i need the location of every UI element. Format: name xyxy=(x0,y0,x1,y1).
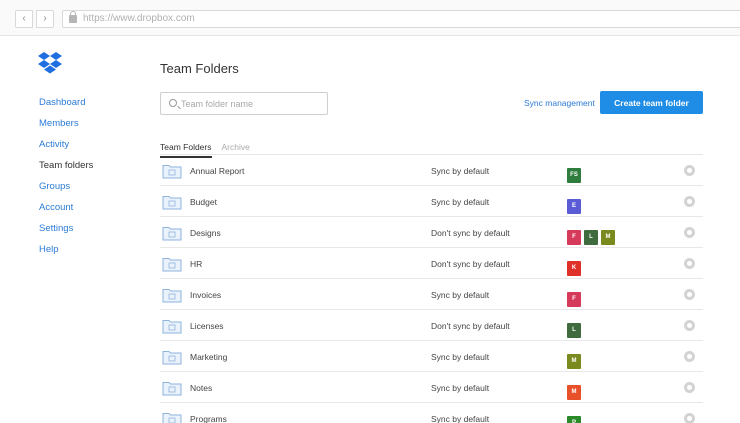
sync-status: Sync by default xyxy=(431,414,490,423)
avatar[interactable]: E xyxy=(567,199,581,214)
sync-status: Sync by default xyxy=(431,352,490,362)
avatar[interactable]: L xyxy=(584,230,598,245)
avatar[interactable]: L xyxy=(567,323,581,338)
tab-bar: Team Folders Archive xyxy=(160,137,260,158)
table-row[interactable]: Annual Report Sync by default FS xyxy=(160,155,703,186)
sync-status: Sync by default xyxy=(431,290,490,300)
table-row[interactable]: Budget Sync by default E xyxy=(160,186,703,217)
avatar[interactable]: M xyxy=(567,385,581,400)
member-avatars: FS xyxy=(567,163,584,183)
avatar[interactable]: F xyxy=(567,230,581,245)
gear-icon[interactable] xyxy=(684,320,695,331)
member-avatars: FLM xyxy=(567,225,618,245)
sidebar: Dashboard Members Activity Team folders Grou… xyxy=(39,97,93,265)
dropbox-logo-icon[interactable] xyxy=(38,52,62,74)
member-avatars: M xyxy=(567,349,584,369)
member-avatars: L xyxy=(567,318,584,338)
search-input[interactable] xyxy=(181,97,321,110)
team-folder-icon xyxy=(162,256,182,272)
gear-icon[interactable] xyxy=(684,165,695,176)
sync-status: Don't sync by default xyxy=(431,259,510,269)
gear-icon[interactable] xyxy=(684,289,695,300)
table-row[interactable]: Invoices Sync by default F xyxy=(160,279,703,310)
gear-icon[interactable] xyxy=(684,196,695,207)
gear-icon[interactable] xyxy=(684,382,695,393)
team-folder-icon xyxy=(162,318,182,334)
team-folder-icon xyxy=(162,287,182,303)
sync-status: Don't sync by default xyxy=(431,321,510,331)
forward-button[interactable]: › xyxy=(36,10,54,28)
member-avatars: M xyxy=(567,380,584,400)
back-button[interactable]: ‹ xyxy=(15,10,33,28)
sidebar-item-activity[interactable]: Activity xyxy=(39,139,93,160)
team-folder-icon xyxy=(162,163,182,179)
sidebar-item-help[interactable]: Help xyxy=(39,244,93,265)
avatar[interactable]: FS xyxy=(567,168,581,183)
gear-icon[interactable] xyxy=(684,413,695,423)
search-box[interactable] xyxy=(160,92,328,115)
sync-management-link[interactable]: Sync management xyxy=(524,98,595,108)
folder-name[interactable]: Designs xyxy=(190,228,221,238)
avatar[interactable]: K xyxy=(567,261,581,276)
sidebar-item-settings[interactable]: Settings xyxy=(39,223,93,244)
team-folder-icon xyxy=(162,194,182,210)
member-avatars: K xyxy=(567,256,584,276)
search-icon xyxy=(169,99,177,107)
folder-name[interactable]: Notes xyxy=(190,383,212,393)
team-folder-icon xyxy=(162,349,182,365)
avatar[interactable]: P xyxy=(567,416,581,423)
avatar[interactable]: M xyxy=(601,230,615,245)
sidebar-item-dashboard[interactable]: Dashboard xyxy=(39,97,93,118)
team-folder-icon xyxy=(162,225,182,241)
team-folder-icon xyxy=(162,380,182,396)
table-row[interactable]: Designs Don't sync by default F L M xyxy=(160,217,703,248)
folder-name[interactable]: Budget xyxy=(190,197,217,207)
folder-name[interactable]: Annual Report xyxy=(190,166,244,176)
member-avatars: P xyxy=(567,411,584,423)
folder-name[interactable]: Invoices xyxy=(190,290,221,300)
avatar[interactable]: F xyxy=(567,292,581,307)
sync-status: Sync by default xyxy=(431,383,490,393)
table-row[interactable]: Licenses Don't sync by default L xyxy=(160,310,703,341)
sync-status: Don't sync by default xyxy=(431,228,510,238)
folder-name[interactable]: Licenses xyxy=(190,321,224,331)
table-row[interactable]: HR Don't sync by default K xyxy=(160,248,703,279)
member-avatars: F xyxy=(567,287,584,307)
table-row[interactable]: Notes Sync by default M xyxy=(160,372,703,403)
sidebar-item-team-folders[interactable]: Team folders xyxy=(39,160,93,181)
sidebar-item-account[interactable]: Account xyxy=(39,202,93,223)
folder-name[interactable]: HR xyxy=(190,259,202,269)
sync-status: Sync by default xyxy=(431,197,490,207)
create-team-folder-button[interactable]: Create team folder xyxy=(600,91,703,114)
sidebar-item-groups[interactable]: Groups xyxy=(39,181,93,202)
table-row[interactable]: Marketing Sync by default M xyxy=(160,341,703,372)
folder-name[interactable]: Programs xyxy=(190,414,227,423)
sync-status: Sync by default xyxy=(431,166,490,176)
gear-icon[interactable] xyxy=(684,351,695,362)
browser-toolbar: ‹ › https://www.dropbox.com xyxy=(0,0,740,36)
folder-name[interactable]: Marketing xyxy=(190,352,227,362)
page-title: Team Folders xyxy=(160,61,239,76)
gear-icon[interactable] xyxy=(684,227,695,238)
team-folders-table: Annual Report Sync by default FS Budget Sync… xyxy=(160,154,703,423)
address-bar[interactable]: https://www.dropbox.com xyxy=(62,10,740,28)
member-avatars: E xyxy=(567,194,584,214)
url-text: https://www.dropbox.com xyxy=(83,13,195,24)
sidebar-item-members[interactable]: Members xyxy=(39,118,93,139)
table-row[interactable]: Programs Sync by default P xyxy=(160,403,703,423)
avatar[interactable]: M xyxy=(567,354,581,369)
gear-icon[interactable] xyxy=(684,258,695,269)
team-folder-icon xyxy=(162,411,182,423)
lock-icon xyxy=(69,11,77,23)
